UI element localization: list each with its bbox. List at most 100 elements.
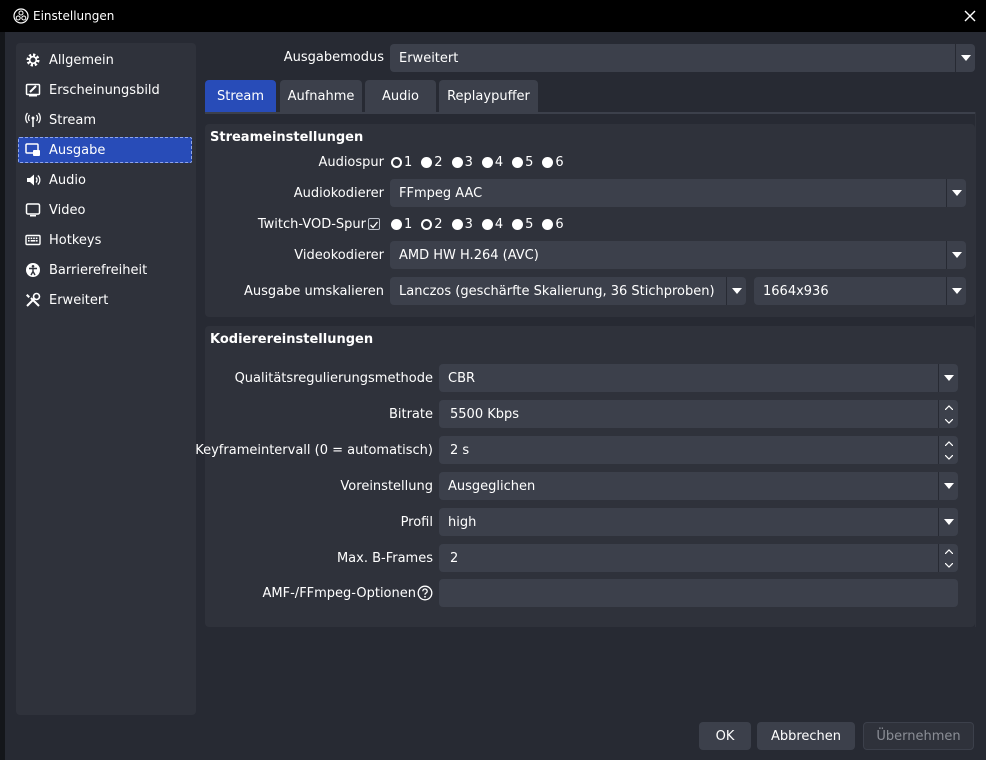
tab-replaypuffer[interactable]: Replaypuffer xyxy=(439,80,538,112)
help-icon[interactable] xyxy=(417,585,433,601)
output-icon xyxy=(24,141,42,159)
video-encoder-select[interactable]: AMD HW H.264 (AVC) xyxy=(390,241,966,269)
obs-logo-icon xyxy=(13,8,29,24)
tab-audio[interactable]: Audio xyxy=(365,80,436,112)
tab-stream[interactable]: Stream xyxy=(205,80,276,112)
accessibility-icon xyxy=(24,261,42,279)
rescale-resolution-select[interactable]: 1664x936 xyxy=(754,277,966,305)
encoder-settings-title: Kodierereinstellungen xyxy=(210,332,374,347)
twitch-vod-radio[interactable]: 2 xyxy=(421,217,443,232)
audio-track-radio-group: 1 2 3 4 5 6 xyxy=(391,155,573,170)
keyframe-label: Keyframeintervall (0 = automatisch) xyxy=(195,443,433,458)
bitrate-label: Bitrate xyxy=(388,407,433,422)
monitor-icon xyxy=(24,201,42,219)
rescale-filter-select[interactable]: Lanczos (geschärfte Skalierung, 36 Stich… xyxy=(390,277,746,305)
spin-up-icon[interactable] xyxy=(939,544,958,558)
profile-select[interactable]: high xyxy=(439,508,958,536)
twitch-vod-radio[interactable]: 4 xyxy=(481,217,503,232)
preset-label: Voreinstellung xyxy=(340,479,433,494)
bitrate-spinbox[interactable]: 5500 Kbps xyxy=(439,400,958,428)
spin-down-icon[interactable] xyxy=(939,450,958,464)
tab-divider xyxy=(205,112,975,114)
sidebar-item-label: Erweitert xyxy=(49,292,109,308)
profile-label: Profil xyxy=(400,515,433,530)
chevron-down-icon xyxy=(946,179,966,207)
twitch-vod-radio[interactable]: 5 xyxy=(512,217,533,232)
twitch-vod-radio-group: 1 2 3 4 5 6 xyxy=(391,217,573,232)
rescale-label: Ausgabe umskalieren xyxy=(244,284,384,299)
profile-value: high xyxy=(448,514,477,530)
gear-icon xyxy=(24,51,42,69)
sidebar-item-label: Hotkeys xyxy=(49,232,102,248)
sidebar: Allgemein Erscheinungsbild Stream Ausgab… xyxy=(16,43,196,715)
rescale-filter-value: Lanczos (geschärfte Skalierung, 36 Stich… xyxy=(399,283,715,299)
bframes-spinbox[interactable]: 2 xyxy=(439,544,958,572)
close-icon[interactable] xyxy=(962,8,978,24)
sidebar-item-video[interactable]: Video xyxy=(18,197,192,223)
preset-select[interactable]: Ausgeglichen xyxy=(439,472,958,500)
chevron-down-icon xyxy=(946,241,966,269)
chevron-down-icon xyxy=(938,508,958,536)
keyframe-value: 2 s xyxy=(450,442,470,458)
title-bar: Einstellungen xyxy=(0,0,986,32)
sidebar-item-allgemein[interactable]: Allgemein xyxy=(18,47,192,73)
chevron-down-icon xyxy=(955,44,975,72)
audio-track-radio[interactable]: 1 xyxy=(391,155,412,170)
rate-control-select[interactable]: CBR xyxy=(439,364,958,392)
apply-button[interactable]: Übernehmen xyxy=(863,722,974,750)
twitch-vod-radio[interactable]: 3 xyxy=(451,217,473,232)
sidebar-item-label: Erscheinungsbild xyxy=(49,82,160,98)
output-mode-select[interactable]: Erweitert xyxy=(390,44,975,72)
sidebar-item-erweitert[interactable]: Erweitert xyxy=(18,287,192,313)
sidebar-item-label: Allgemein xyxy=(49,52,114,68)
audio-encoder-label: Audiokodierer xyxy=(293,186,384,201)
sidebar-item-label: Video xyxy=(49,202,86,218)
twitch-vod-label: Twitch-VOD-Spur xyxy=(257,217,366,232)
appearance-icon xyxy=(24,81,42,99)
keyframe-spinbox[interactable]: 2 s xyxy=(439,436,958,464)
keyboard-icon xyxy=(24,231,42,249)
output-mode-label: Ausgabemodus xyxy=(283,50,384,65)
rate-control-value: CBR xyxy=(448,370,476,386)
sidebar-item-barrierefreiheit[interactable]: Barrierefreiheit xyxy=(18,257,192,283)
audio-track-radio[interactable]: 2 xyxy=(421,155,443,170)
audio-track-radio[interactable]: 3 xyxy=(451,155,473,170)
spin-up-icon[interactable] xyxy=(939,400,958,414)
window-title: Einstellungen xyxy=(33,9,115,23)
tools-icon xyxy=(24,291,42,309)
twitch-vod-radio[interactable]: 1 xyxy=(391,217,412,232)
amf-options-label: AMF-/FFmpeg-Optionen xyxy=(262,586,416,601)
bitrate-value: 5500 Kbps xyxy=(450,406,520,422)
audio-encoder-select[interactable]: FFmpeg AAC xyxy=(390,179,966,207)
ok-button[interactable]: OK xyxy=(699,722,751,750)
scroll-area-edge xyxy=(975,112,976,627)
sidebar-item-erscheinungsbild[interactable]: Erscheinungsbild xyxy=(18,77,192,103)
rescale-resolution-value: 1664x936 xyxy=(763,283,829,299)
stream-settings-title: Streameinstellungen xyxy=(210,130,364,145)
spin-down-icon[interactable] xyxy=(939,558,958,572)
chevron-down-icon xyxy=(938,472,958,500)
cancel-button[interactable]: Abbrechen xyxy=(757,722,855,750)
preset-value: Ausgeglichen xyxy=(448,478,536,494)
sidebar-item-hotkeys[interactable]: Hotkeys xyxy=(18,227,192,253)
audio-track-label: Audiospur xyxy=(318,155,384,170)
tab-aufnahme[interactable]: Aufnahme xyxy=(280,80,362,112)
sidebar-item-ausgabe[interactable]: Ausgabe xyxy=(18,137,192,163)
sidebar-item-label: Stream xyxy=(49,112,97,128)
checkmark-icon xyxy=(370,221,379,229)
output-mode-value: Erweitert xyxy=(399,50,459,66)
sidebar-item-stream[interactable]: Stream xyxy=(18,107,192,133)
spin-up-icon[interactable] xyxy=(939,436,958,450)
twitch-vod-checkbox[interactable] xyxy=(368,218,380,230)
video-encoder-value: AMD HW H.264 (AVC) xyxy=(399,247,539,263)
spin-down-icon[interactable] xyxy=(939,414,958,428)
twitch-vod-radio[interactable]: 6 xyxy=(542,217,564,232)
audio-track-radio[interactable]: 6 xyxy=(542,155,564,170)
sidebar-item-label: Ausgabe xyxy=(49,142,106,158)
sidebar-item-label: Audio xyxy=(49,172,86,188)
amf-options-input[interactable] xyxy=(439,579,958,607)
audio-track-radio[interactable]: 5 xyxy=(512,155,533,170)
audio-track-radio[interactable]: 4 xyxy=(481,155,503,170)
sidebar-item-audio[interactable]: Audio xyxy=(18,167,192,193)
chevron-down-icon xyxy=(726,277,746,305)
